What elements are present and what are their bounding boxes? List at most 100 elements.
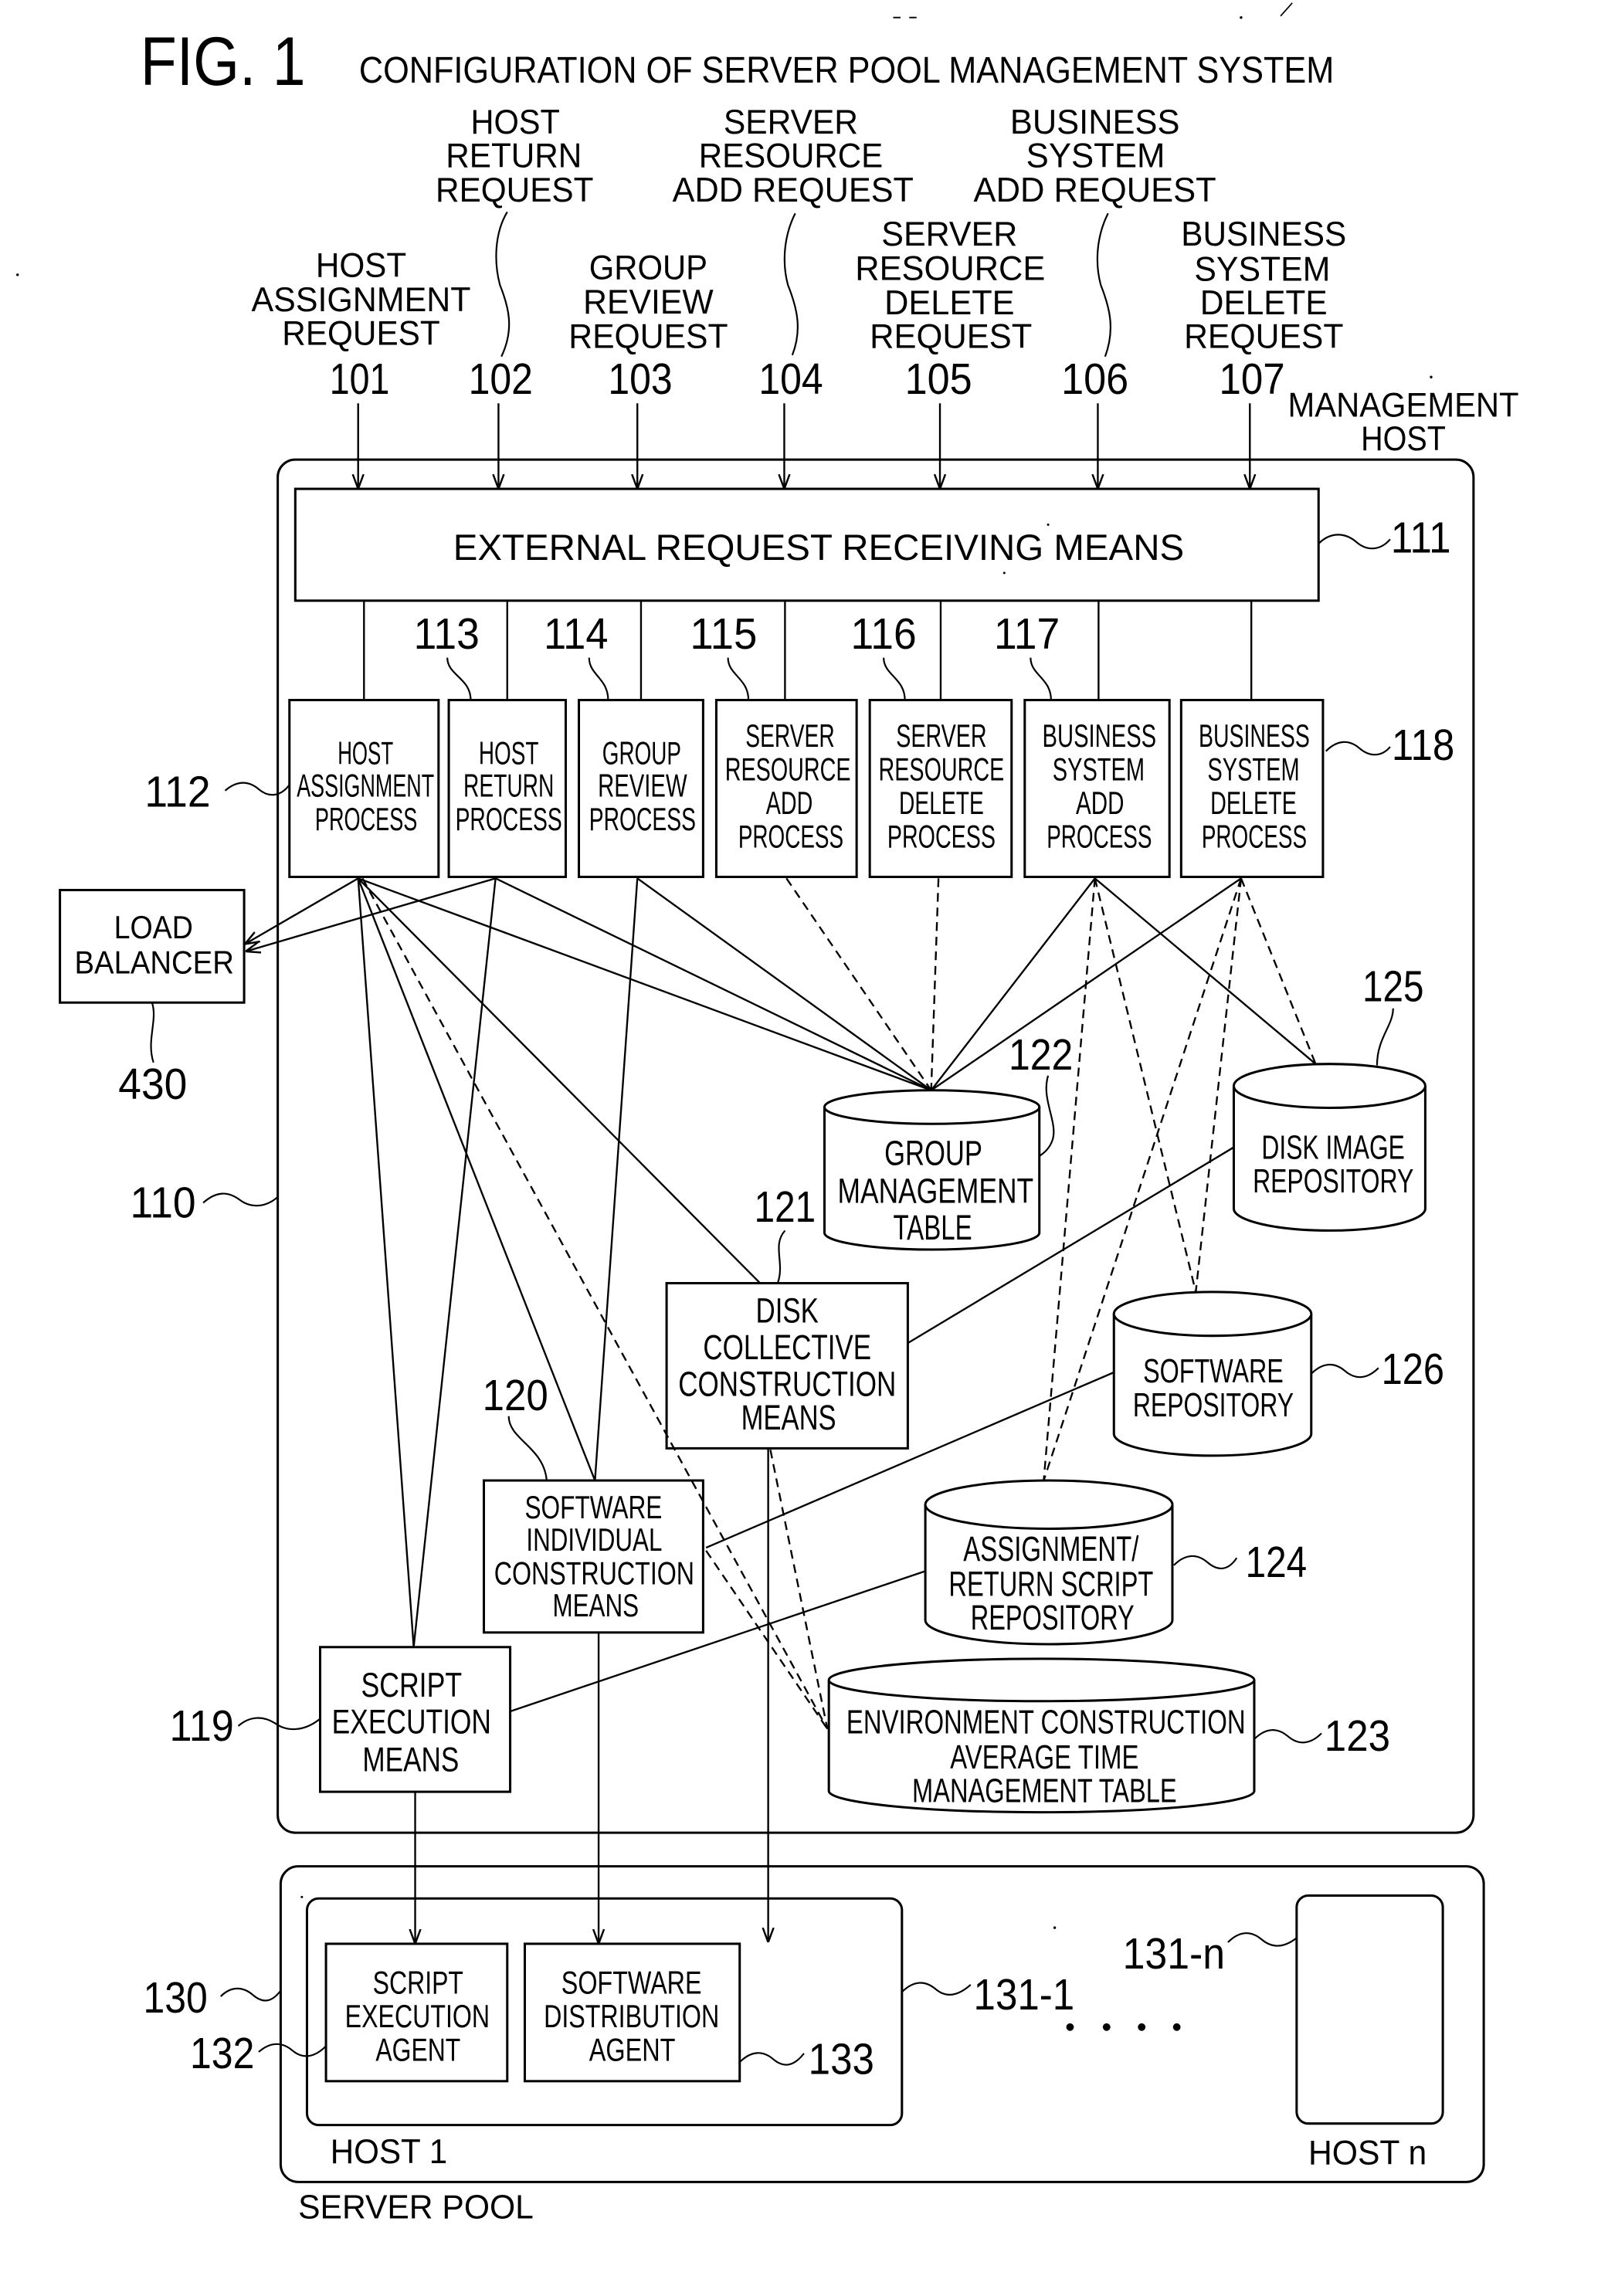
agent-label-line: SCRIPT — [373, 1964, 463, 2000]
store-label-line: DISK IMAGE — [1261, 1130, 1404, 1167]
process-label-line: PROCESS — [315, 801, 417, 837]
scan-speck — [16, 273, 19, 276]
reference-number: 102 — [469, 355, 533, 404]
reference-number: 133 — [809, 2035, 874, 2084]
store-label-line: AVERAGE TIME — [950, 1739, 1138, 1776]
process-label-line: ADD — [1076, 785, 1124, 821]
means-label-line: COLLECTIVE — [703, 1328, 871, 1367]
means-label-line: CONSTRUCTION — [494, 1555, 694, 1591]
reference-number: 120 — [483, 1372, 548, 1420]
request-label-line: RESOURCE — [855, 249, 1045, 287]
means-label-line: SOFTWARE — [524, 1489, 662, 1525]
reference-number: 101 — [330, 355, 390, 404]
request-label-line: REQUEST — [870, 317, 1032, 355]
process-label-line: SERVER — [896, 717, 986, 754]
request-label-line: BUSINESS — [1181, 215, 1346, 253]
process-label-line: SYSTEM — [1207, 751, 1299, 788]
process-label-line: BUSINESS — [1199, 717, 1310, 754]
request-label-line: REQUEST — [282, 315, 439, 353]
reference-number: 121 — [755, 1183, 816, 1232]
scan-speck — [1047, 523, 1050, 526]
request-label-line: SERVER — [881, 215, 1017, 253]
store-label-line: SOFTWARE — [1143, 1353, 1284, 1390]
process-label-line: RETURN — [463, 767, 554, 803]
means-label-line: MEANS — [741, 1398, 836, 1437]
store-label-line: MANAGEMENT TABLE — [912, 1772, 1177, 1809]
process-label-line: SYSTEM — [1053, 751, 1145, 788]
agent-label-line: AGENT — [589, 2031, 676, 2067]
reference-number: 126 — [1382, 1345, 1444, 1394]
process-label-line: RESOURCE — [725, 751, 851, 788]
process-label-line: ASSIGNMENT — [297, 767, 434, 803]
reference-number: 118 — [1392, 721, 1454, 770]
reference-number: 111 — [1391, 514, 1451, 562]
process-label-line: PROCESS — [456, 801, 562, 837]
request-label-line: SYSTEM — [1026, 137, 1165, 175]
store-label-line: REPOSITORY — [1133, 1387, 1294, 1424]
agent-label-line: SOFTWARE — [561, 1964, 702, 2000]
process-label-line: DELETE — [899, 785, 984, 821]
scan-speck — [300, 1895, 304, 1898]
scan-speck — [1240, 16, 1243, 19]
reference-number: 117 — [994, 610, 1060, 659]
request-label-line: HOST — [316, 247, 406, 285]
reference-number: 106 — [1061, 355, 1128, 404]
process-label-line: GROUP — [602, 735, 681, 772]
store-label-line: TABLE — [893, 1208, 972, 1247]
reference-number: 123 — [1325, 1712, 1390, 1761]
reference-number: 114 — [544, 610, 608, 659]
request-label-line: SERVER — [724, 103, 858, 141]
scan-speck — [1430, 375, 1433, 378]
figure-number: FIG. 1 — [141, 22, 306, 100]
reference-number: 113 — [414, 610, 480, 659]
means-label-line: SCRIPT — [361, 1667, 463, 1704]
reference-number: 110 — [130, 1179, 195, 1227]
means-label-line: MEANS — [362, 1742, 459, 1779]
store-label-line: GROUP — [884, 1133, 982, 1172]
store-label-line: MANAGEMENT — [838, 1171, 1034, 1210]
reference-number: 131-1 — [974, 1971, 1075, 2020]
request-label-line: REQUEST — [1184, 317, 1343, 355]
reference-number: 122 — [1009, 1031, 1073, 1080]
process-label-line: PROCESS — [1047, 819, 1152, 855]
store-label-line: REPOSITORY — [1253, 1163, 1413, 1200]
reference-number: 103 — [608, 355, 672, 404]
figure-title: CONFIGURATION OF SERVER POOL MANAGEMENT … — [359, 49, 1334, 91]
request-label-line: REQUEST — [436, 171, 593, 209]
reference-number: 124 — [1246, 1538, 1307, 1587]
request-label-line: HOST — [470, 103, 559, 141]
process-label-line: PROCESS — [1202, 819, 1307, 855]
load-balancer-label-line: LOAD — [114, 909, 193, 945]
scan-speck — [1053, 1926, 1057, 1929]
server-pool-management-diagram: FIG. 1 CONFIGURATION OF SERVER POOL MANA… — [0, 0, 1608, 2296]
host-n-label: HOST n — [1308, 2135, 1427, 2172]
request-label-line: BUSINESS — [1010, 103, 1180, 141]
process-label-line: HOST — [479, 735, 539, 772]
request-label-line: ADD REQUEST — [673, 171, 914, 209]
ellipsis-dot — [1102, 2023, 1111, 2031]
reference-number: 112 — [144, 768, 210, 817]
reference-number: 107 — [1220, 355, 1285, 404]
request-label-line: SYSTEM — [1194, 250, 1330, 288]
means-label-line: INDIVIDUAL — [526, 1521, 662, 1558]
process-label-line: SERVER — [745, 717, 834, 754]
load-balancer-label-line: BALANCER — [75, 944, 234, 980]
request-label-line: RESOURCE — [699, 137, 883, 175]
reference-number: 119 — [170, 1702, 234, 1751]
management-host-label-line: MANAGEMENT — [1287, 386, 1518, 424]
store-label-line: REPOSITORY — [971, 1598, 1135, 1637]
external-request-receiving-means-label: EXTERNAL REQUEST RECEIVING MEANS — [453, 527, 1184, 568]
management-host-label-line: HOST — [1361, 420, 1446, 458]
request-label-line: DELETE — [1200, 284, 1328, 322]
reference-number: 132 — [190, 2030, 254, 2078]
agent-label-line: AGENT — [375, 2031, 460, 2067]
process-label-line: PROCESS — [738, 819, 843, 855]
host-1-label: HOST 1 — [331, 2133, 447, 2171]
process-label-line: ADD — [766, 785, 813, 821]
process-label-line: RESOURCE — [879, 751, 1005, 788]
reference-number: 115 — [690, 610, 757, 659]
reference-number: 430 — [118, 1060, 187, 1109]
process-label-line: REVIEW — [598, 767, 687, 803]
process-label-line: PROCESS — [589, 801, 696, 837]
process-label-line: PROCESS — [887, 819, 996, 855]
